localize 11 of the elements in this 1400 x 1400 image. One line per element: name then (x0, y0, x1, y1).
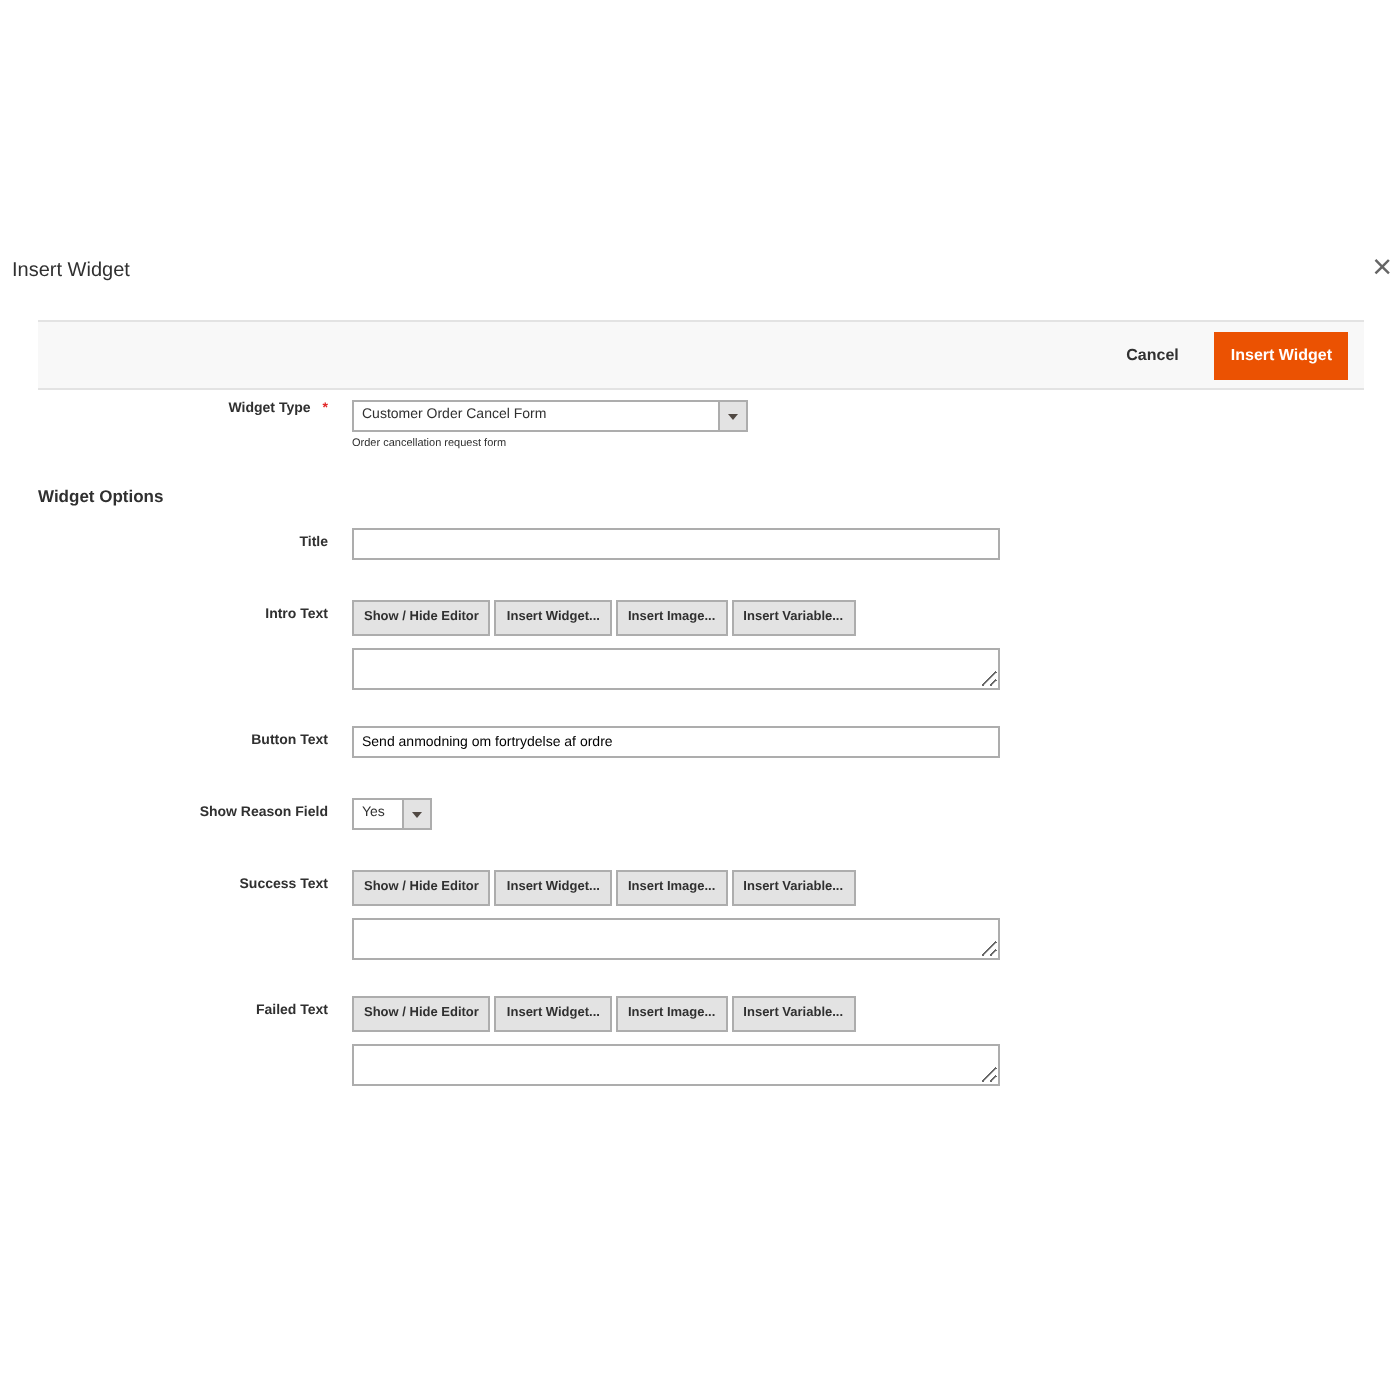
text-area[interactable] (352, 1043, 1000, 1085)
cancel-button[interactable]: Cancel (1114, 341, 1191, 369)
modal-title: Insert Widget (12, 258, 130, 286)
section-heading: Widget Options (36, 484, 166, 511)
close-button[interactable]: × (1372, 250, 1392, 284)
caret-icon (728, 413, 738, 419)
text-area[interactable] (352, 917, 1000, 960)
insert-widget-button[interactable]: Insert Widget (1214, 331, 1348, 379)
caret-icon (412, 811, 422, 817)
text-area[interactable] (352, 648, 1000, 690)
text-input[interactable] (352, 528, 1000, 561)
